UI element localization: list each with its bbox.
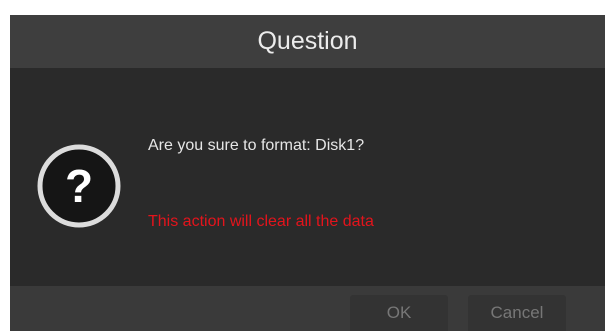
confirm-message: Are you sure to format: Disk1? (148, 137, 365, 154)
dialog-content: ? Are you sure to format: Disk1? This ac… (10, 68, 605, 286)
question-dialog: Question ? Are you sure to format: Disk1… (10, 15, 605, 331)
dialog-title-bar: Question (10, 15, 605, 68)
svg-text:?: ? (65, 160, 93, 212)
cancel-button[interactable]: Cancel (468, 295, 566, 331)
dialog-title: Question (257, 27, 358, 55)
question-icon: ? (37, 144, 121, 228)
ok-button[interactable]: OK (350, 295, 448, 331)
warning-message: This action will clear all the data (148, 213, 374, 230)
dialog-footer: OK Cancel (10, 286, 605, 331)
